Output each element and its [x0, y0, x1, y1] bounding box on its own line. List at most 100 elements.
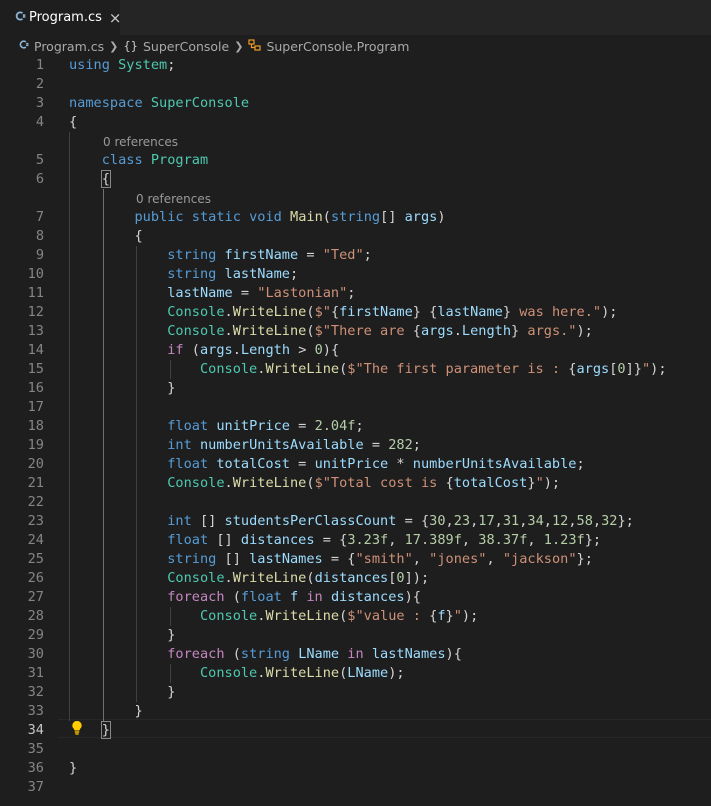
line-number: 17 [27, 399, 44, 415]
code-line[interactable]: 8 { [0, 227, 711, 246]
codelens-references[interactable]: 0 references [136, 190, 211, 208]
codelens-references[interactable]: 0 references [103, 133, 178, 151]
code-line[interactable]: 16 } [0, 379, 711, 398]
code-token: ; [347, 285, 356, 301]
code-token: using [69, 57, 110, 73]
code-token: ); [543, 475, 561, 491]
code-line[interactable]: 35 [0, 740, 711, 759]
code-token: = [290, 456, 315, 472]
code-line[interactable]: 1 using System; [0, 56, 711, 75]
code-token: distances [330, 589, 405, 605]
code-text: Console.WriteLine($"The first parameter … [69, 360, 667, 379]
line-number: 25 [27, 551, 44, 567]
code-line[interactable]: 10 string lastName; [0, 265, 711, 284]
code-line[interactable]: 6 { [0, 170, 711, 189]
code-text: Console.WriteLine($"There are {args.Leng… [69, 322, 593, 341]
code-token: f [290, 589, 299, 605]
code-token: float [167, 456, 209, 472]
code-token: = [298, 247, 323, 263]
code-line[interactable]: 31 Console.WriteLine(LName); [0, 664, 711, 683]
code-line[interactable]: 29 } [0, 626, 711, 645]
code-token: foreach [167, 646, 225, 662]
tab-program-cs[interactable]: Program.cs × [0, 0, 122, 35]
code-token: { [412, 323, 421, 339]
code-line[interactable]: 7 public static void Main(string[] args) [0, 208, 711, 227]
code-token: foreach [167, 589, 225, 605]
code-token: }; [617, 513, 634, 529]
code-token: , [543, 513, 552, 529]
code-line[interactable]: 21 Console.WriteLine($"Total cost is {to… [0, 474, 711, 493]
class-glyph [248, 38, 262, 51]
code-token: string [167, 266, 217, 282]
code-line[interactable]: 2 [0, 75, 711, 94]
code-token: { [445, 475, 454, 491]
code-text: Console.WriteLine(distances[0]); [69, 569, 429, 588]
code-line[interactable]: 12 Console.WriteLine($"{firstName} {last… [0, 303, 711, 322]
code-line[interactable]: 26 Console.WriteLine(distances[0]); [0, 569, 711, 588]
code-line[interactable]: 27 foreach (float f in distances){ [0, 588, 711, 607]
code-line[interactable]: 20 float totalCost = unitPrice * numberU… [0, 455, 711, 474]
code-line[interactable]: 19 int numberUnitsAvailable = 282; [0, 436, 711, 455]
code-line[interactable]: 3 namespace SuperConsole [0, 94, 711, 113]
code-text: } [69, 379, 175, 398]
code-token: 0 [314, 342, 323, 358]
line-number: 32 [27, 684, 44, 700]
code-token: . [224, 323, 233, 339]
code-token: "smith" [355, 551, 413, 567]
code-line[interactable]: 34 } [0, 721, 711, 740]
line-number: 5 [35, 152, 44, 168]
close-icon[interactable]: × [109, 9, 122, 27]
breadcrumb-namespace[interactable]: SuperConsole [143, 39, 229, 54]
code-line[interactable]: 22 [0, 493, 711, 512]
code-line[interactable]: 4{ [0, 113, 711, 132]
code-line[interactable]: 11 lastName = "Lastonian"; [0, 284, 711, 303]
breadcrumb-file[interactable]: Program.cs [34, 39, 104, 54]
code-token: f [437, 608, 446, 624]
line-number: 27 [27, 589, 44, 605]
code-token: unitPrice [216, 418, 290, 434]
code-line[interactable]: 25 string [] lastNames = {"smith", "jone… [0, 550, 711, 569]
code-token: ]); [404, 570, 430, 586]
matched-bracket: } [100, 721, 111, 739]
breadcrumb-class[interactable]: SuperConsole.Program [266, 39, 409, 54]
code-token: } [445, 608, 454, 624]
code-editor[interactable]: 0 references 0 references 1 using System;… [0, 56, 711, 806]
code-line[interactable]: 14 if (args.Length > 0){ [0, 341, 711, 360]
code-text: lastName = "Lastonian"; [69, 284, 355, 303]
code-line[interactable]: 5 class Program [0, 151, 711, 170]
code-token: = [232, 285, 258, 301]
tab-label: Program.cs [29, 10, 102, 25]
code-line[interactable]: 37 [0, 778, 711, 797]
line-number: 16 [27, 380, 44, 396]
code-line[interactable]: 30 foreach (string LName in lastNames){ [0, 645, 711, 664]
code-token: 30 [429, 513, 446, 529]
code-line[interactable]: 18 float unitPrice = 2.04f; [0, 417, 711, 436]
code-line[interactable]: 24 float [] distances = {3.23f, 17.389f,… [0, 531, 711, 550]
code-line[interactable]: 28 Console.WriteLine($"value : {f}"); [0, 607, 711, 626]
code-token: args [404, 209, 438, 225]
code-line[interactable]: 33 } [0, 702, 711, 721]
code-line[interactable]: 32 } [0, 683, 711, 702]
code-token: } [69, 627, 176, 643]
code-line[interactable]: 23 int [] studentsPerClassCount = {30,23… [0, 512, 711, 531]
code-text: if (args.Length > 0){ [69, 341, 339, 360]
code-line[interactable]: 36} [0, 759, 711, 778]
code-line[interactable]: 15 Console.WriteLine($"The first paramet… [0, 360, 711, 379]
code-token: { [69, 114, 78, 130]
line-number: 29 [27, 627, 44, 643]
code-line[interactable]: 9 string firstName = "Ted"; [0, 246, 711, 265]
code-line[interactable]: 17 [0, 398, 711, 417]
code-line[interactable]: 13 Console.WriteLine($"There are {args.L… [0, 322, 711, 341]
